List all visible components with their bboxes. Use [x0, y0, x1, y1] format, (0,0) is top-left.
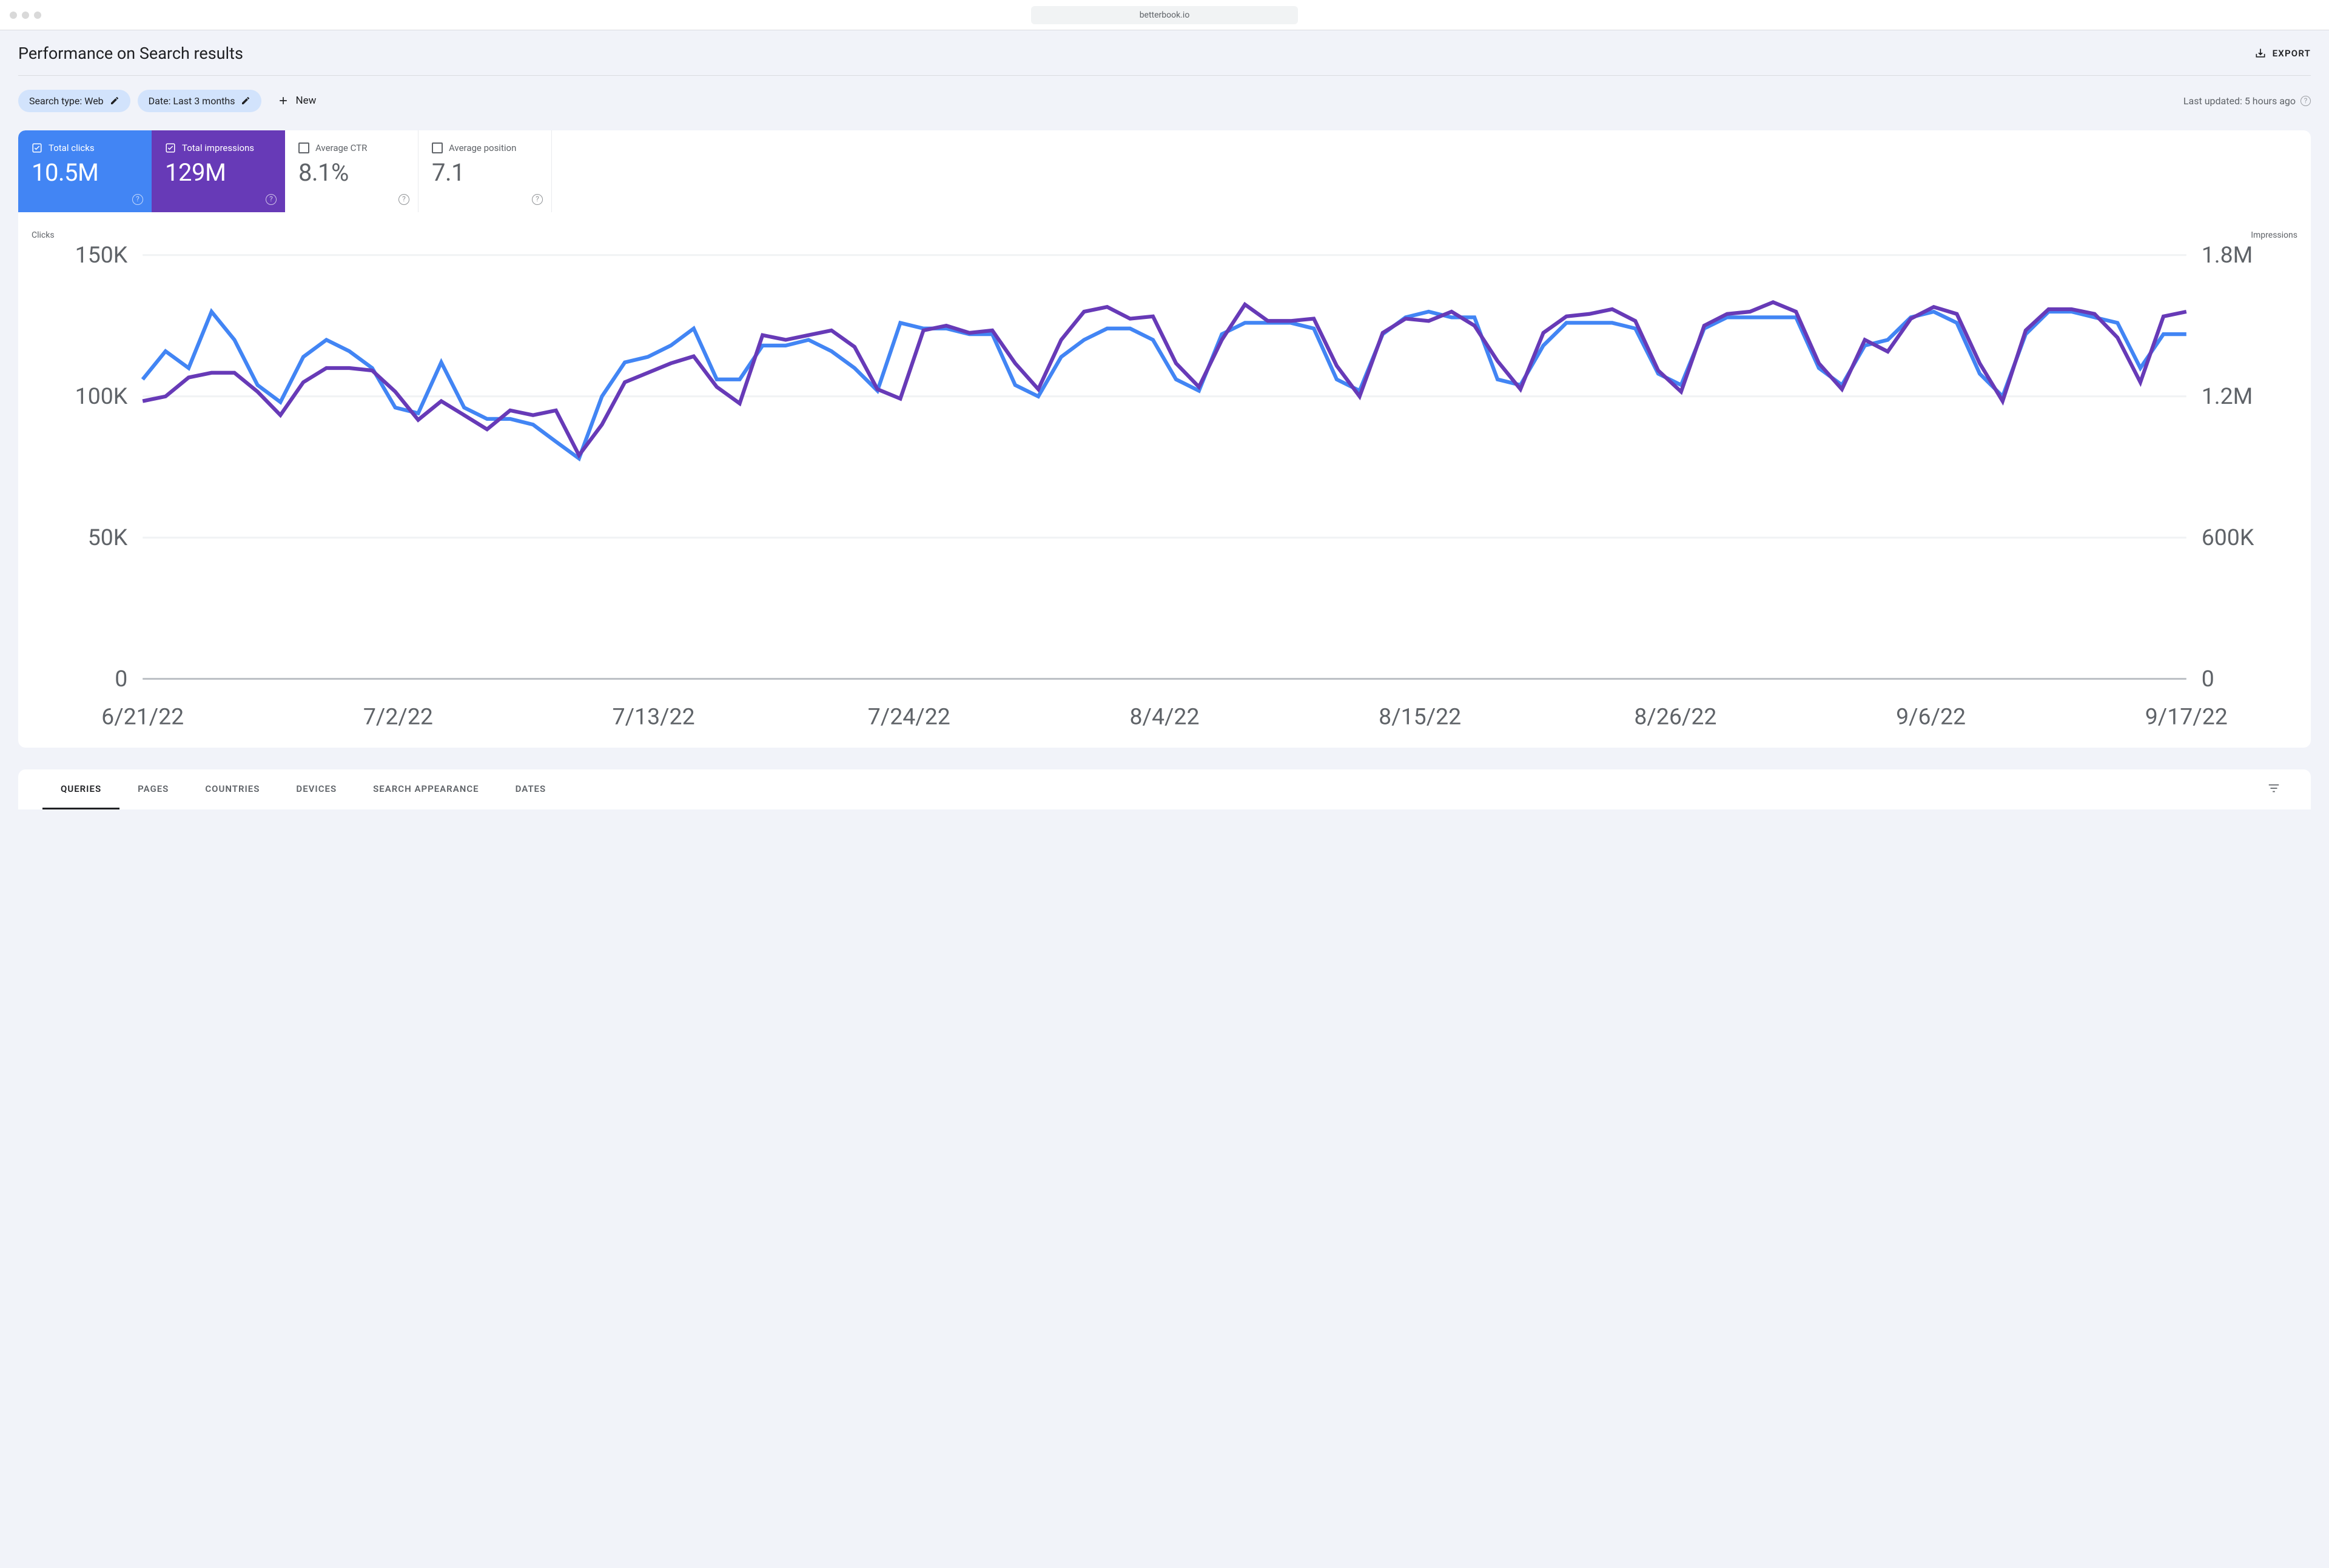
svg-text:0: 0 — [115, 666, 127, 692]
metric-value: 8.1% — [298, 158, 405, 187]
filter-icon — [2267, 782, 2280, 795]
svg-text:0: 0 — [2202, 666, 2214, 692]
checkbox-unchecked-icon — [298, 142, 309, 153]
download-icon — [2254, 47, 2267, 59]
date-range-chip-label: Date: Last 3 months — [149, 95, 235, 107]
svg-text:50K: 50K — [88, 524, 128, 551]
address-bar-text: betterbook.io — [1140, 10, 1190, 20]
window-controls — [10, 12, 41, 19]
search-type-chip-label: Search type: Web — [29, 95, 104, 107]
left-axis-title: Clicks — [32, 230, 55, 240]
right-axis-title: Impressions — [2251, 230, 2297, 240]
minimize-window-icon[interactable] — [22, 12, 29, 19]
pencil-icon — [241, 96, 250, 106]
svg-text:9/17/22: 9/17/22 — [2145, 703, 2228, 730]
export-label: EXPORT — [2273, 48, 2311, 59]
filter-bar: Search type: Web Date: Last 3 months New… — [18, 89, 2311, 112]
tab-devices[interactable]: DEVICES — [278, 770, 355, 809]
performance-card: Total clicks 10.5M ? Total impressions 1… — [18, 130, 2311, 748]
metric-average-position[interactable]: Average position 7.1 ? — [418, 130, 552, 212]
svg-text:600K: 600K — [2202, 524, 2254, 551]
pencil-icon — [110, 96, 119, 106]
close-window-icon[interactable] — [10, 12, 17, 19]
metric-value: 7.1 — [432, 158, 538, 187]
svg-text:8/4/22: 8/4/22 — [1129, 703, 1199, 730]
address-bar[interactable]: betterbook.io — [1031, 6, 1298, 24]
header-row: Performance on Search results EXPORT — [18, 44, 2311, 76]
metrics-row: Total clicks 10.5M ? Total impressions 1… — [18, 130, 2311, 212]
metric-label: Total clicks — [49, 142, 95, 153]
date-range-chip[interactable]: Date: Last 3 months — [138, 90, 262, 112]
page-title: Performance on Search results — [18, 44, 243, 63]
last-updated-text: Last updated: 5 hours ago — [2183, 95, 2296, 107]
metric-value: 10.5M — [32, 158, 138, 187]
metric-label: Average CTR — [315, 142, 367, 153]
svg-text:8/15/22: 8/15/22 — [1379, 703, 1461, 730]
dimension-tabs-card: QUERIESPAGESCOUNTRIESDEVICESSEARCH APPEA… — [18, 769, 2311, 809]
dimension-tabs: QUERIESPAGESCOUNTRIESDEVICESSEARCH APPEA… — [18, 769, 2311, 809]
help-icon[interactable]: ? — [532, 194, 543, 205]
metric-label: Total impressions — [182, 142, 254, 153]
help-icon[interactable]: ? — [132, 194, 143, 205]
checkbox-checked-icon — [32, 142, 42, 153]
svg-text:1.8M: 1.8M — [2202, 244, 2253, 269]
svg-text:1.2M: 1.2M — [2202, 383, 2253, 410]
tab-pages[interactable]: PAGES — [119, 770, 187, 809]
help-icon[interactable]: ? — [2300, 96, 2311, 106]
last-updated: Last updated: 5 hours ago ? — [2183, 95, 2311, 107]
svg-text:100K: 100K — [75, 383, 128, 410]
plus-icon — [277, 95, 289, 107]
tab-search-appearance[interactable]: SEARCH APPEARANCE — [355, 770, 497, 809]
add-filter-button[interactable]: New — [269, 89, 324, 112]
performance-chart[interactable]: 150K 1.8M 100K 1.2M 50K 600K 0 0 6/21/22 7/2/22 7/… — [29, 244, 2300, 735]
checkbox-checked-icon — [165, 142, 176, 153]
search-type-chip[interactable]: Search type: Web — [18, 90, 130, 112]
export-button[interactable]: EXPORT — [2254, 47, 2311, 59]
tab-dates[interactable]: DATES — [497, 770, 565, 809]
svg-text:8/26/22: 8/26/22 — [1634, 703, 1716, 730]
add-filter-label: New — [295, 95, 316, 107]
svg-text:7/13/22: 7/13/22 — [613, 703, 695, 730]
svg-text:150K: 150K — [75, 244, 128, 269]
checkbox-unchecked-icon — [432, 142, 443, 153]
svg-text:6/21/22: 6/21/22 — [101, 703, 184, 730]
svg-text:7/24/22: 7/24/22 — [868, 703, 950, 730]
maximize-window-icon[interactable] — [34, 12, 41, 19]
metric-value: 129M — [165, 158, 272, 187]
tab-countries[interactable]: COUNTRIES — [187, 770, 278, 809]
browser-titlebar: betterbook.io — [0, 0, 2329, 30]
metric-average-ctr[interactable]: Average CTR 8.1% ? — [285, 130, 418, 212]
metric-total-clicks[interactable]: Total clicks 10.5M ? — [18, 130, 152, 212]
svg-text:9/6/22: 9/6/22 — [1896, 703, 1966, 730]
help-icon[interactable]: ? — [266, 194, 277, 205]
metric-label: Average position — [449, 142, 516, 153]
table-filter-button[interactable] — [2261, 769, 2287, 809]
chart-area: Clicks Impressions 150K 1.8M 100K 1.2M 50K 60… — [18, 212, 2311, 748]
tab-queries[interactable]: QUERIES — [42, 770, 119, 809]
metric-total-impressions[interactable]: Total impressions 129M ? — [152, 130, 285, 212]
help-icon[interactable]: ? — [398, 194, 409, 205]
svg-text:7/2/22: 7/2/22 — [363, 703, 433, 730]
